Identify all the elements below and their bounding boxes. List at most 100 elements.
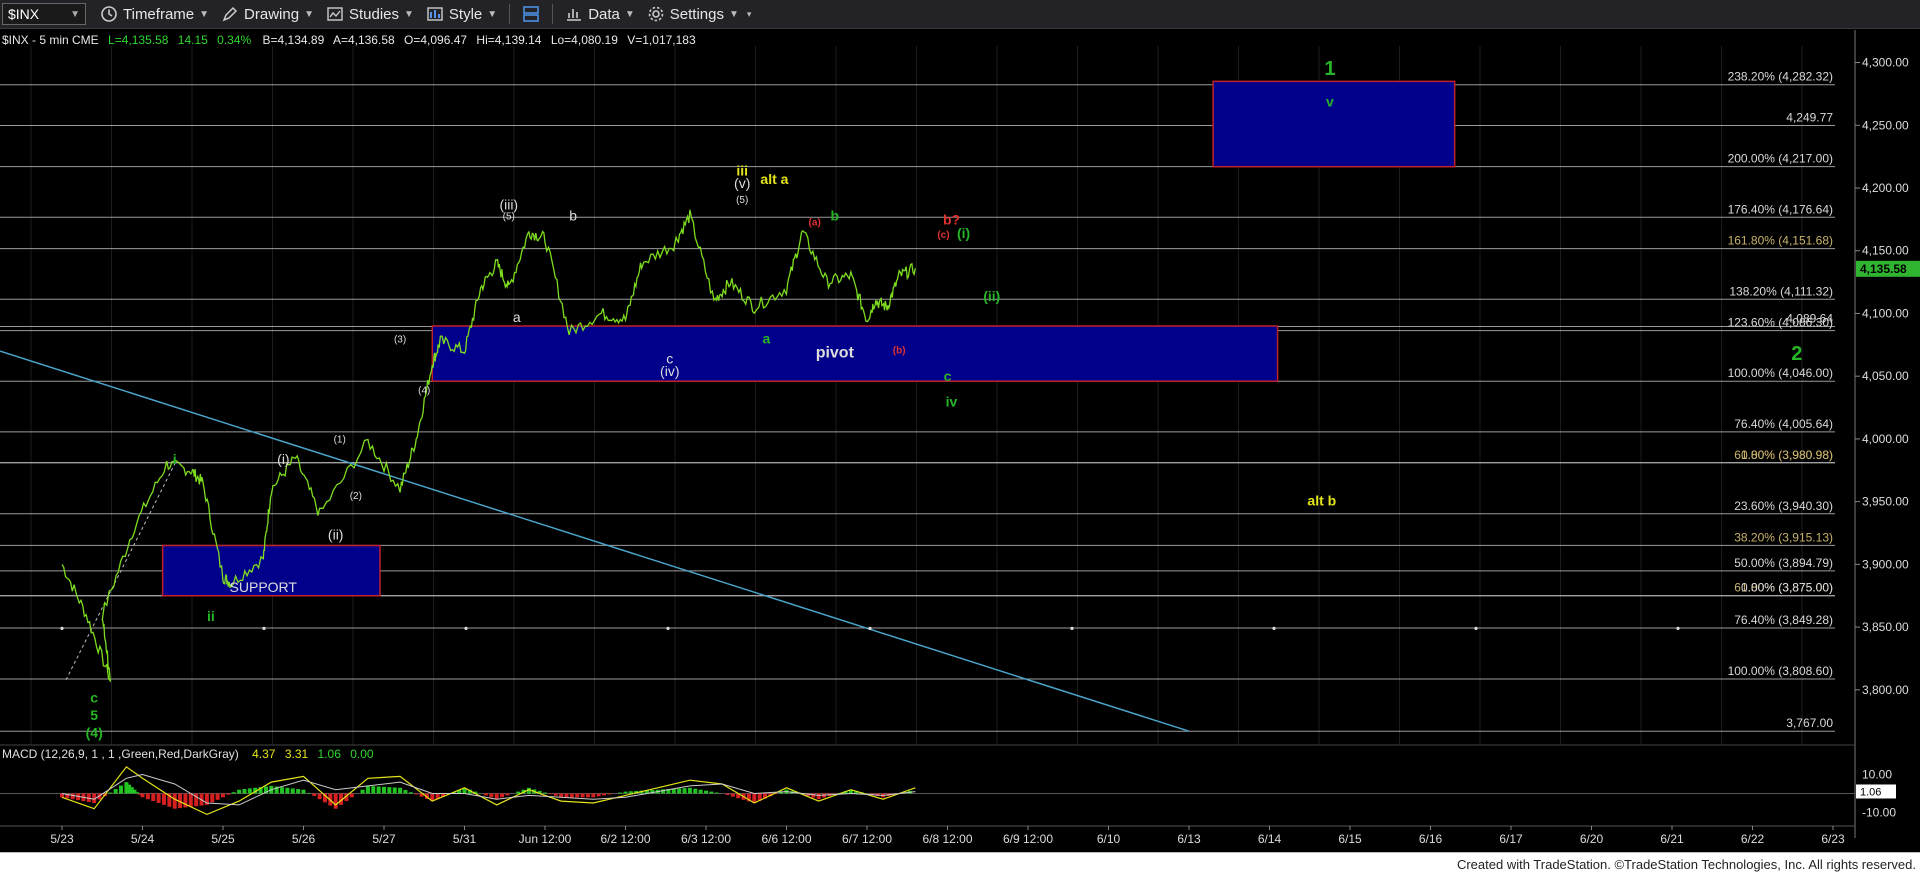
header-ask: A=4,136.58: [333, 33, 395, 47]
macd-v2: 3.31: [285, 747, 309, 761]
x-tick-label: 5/31: [453, 832, 477, 846]
x-tick-label: 6/15: [1338, 832, 1362, 846]
toolbar-overflow-icon[interactable]: ▾: [747, 9, 752, 20]
wave-label: (iii): [499, 196, 518, 212]
header-open: O=4,096.47: [404, 33, 467, 47]
x-tick-label: 6/16: [1419, 832, 1443, 846]
window-layout-button[interactable]: [516, 2, 546, 26]
header-last: L=4,135.58: [108, 33, 169, 47]
price-chart[interactable]: $INX - 5 min CME L=4,135.58 14.15 0.34% …: [0, 28, 1920, 852]
copyright-text: Created with TradeStation. ©TradeStation…: [1456, 857, 1916, 872]
fib-label: 161.80% (4,151.68): [1728, 234, 1833, 248]
wave-label: b: [569, 208, 577, 224]
studies-label: Studies: [348, 5, 400, 23]
x-tick-label: 6/7 12:00: [842, 832, 892, 846]
fibonacci-levels: 238.20% (4,282.32) 4,249.77 200.00% (4,217…: [0, 46, 1835, 745]
wave-label: i: [173, 451, 177, 467]
wave-label: a: [762, 331, 770, 347]
wave-label: alt b: [1307, 492, 1336, 508]
x-tick-label: 6/17: [1499, 832, 1523, 846]
time-axis: 5/23 5/24 5/25 5/26 5/27 5/31 Jun 12:00 6/2 12:…: [0, 825, 1855, 846]
symbol-selector[interactable]: $INX ▼: [2, 3, 86, 25]
session-dot: [1676, 626, 1680, 630]
wave-label: c: [944, 368, 952, 384]
data-icon: [567, 9, 582, 21]
fib-label: 50.00% (3,894.79): [1734, 556, 1833, 570]
target-box: [1212, 80, 1456, 168]
macd-header: MACD (12,26,9, 1 , 1 ,Green,Red,DarkGray…: [2, 747, 374, 761]
wave-label: (4): [86, 724, 103, 740]
fib-label: 3,767.00: [1786, 716, 1833, 730]
caret-icon: ▼: [487, 8, 498, 20]
y-tick-label: 4,200.00: [1862, 181, 1909, 195]
header-change: 14.15: [178, 33, 208, 47]
fib-label: 100.00% (3,808.60): [1728, 664, 1833, 678]
x-tick-label: 5/25: [211, 832, 235, 846]
wave-label: 1: [1324, 58, 1335, 80]
header-pct: 0.34%: [217, 33, 251, 47]
session-dot: [1070, 626, 1074, 630]
x-tick-label: 6/10: [1097, 832, 1121, 846]
x-tick-label: 6/23: [1821, 832, 1845, 846]
footer-bar: Created with TradeStation. ©TradeStation…: [0, 852, 1920, 876]
wave-label: b: [831, 208, 840, 224]
x-tick-label: 6/13: [1177, 832, 1201, 846]
wave-annotations: 1v2alt balt aiii(v)(5)(iii)(5) bac(iv)(3)…: [86, 58, 1803, 740]
y-tick-label: 3,800.00: [1862, 683, 1909, 697]
macd-last-label: 1.06: [1860, 786, 1881, 798]
x-tick-label: 5/23: [50, 832, 74, 846]
layout-icon: [523, 6, 539, 22]
macd-v3: 1.06: [318, 747, 342, 761]
wave-label: (c): [937, 230, 949, 241]
wave-label: SUPPORT: [230, 579, 298, 595]
y-tick-label: 4,000.00: [1862, 432, 1909, 446]
fib-label: 123.60% (4,086.30): [1728, 316, 1833, 330]
x-tick-label: 6/2 12:00: [600, 832, 650, 846]
x-tick-label: 6/21: [1660, 832, 1684, 846]
data-label: Data: [588, 5, 620, 23]
session-dot: [464, 626, 468, 630]
fib-label: 23.60% (3,940.30): [1734, 499, 1833, 513]
x-tick-label: 5/27: [372, 832, 396, 846]
style-button[interactable]: Style ▼: [420, 2, 503, 26]
caret-icon: ▼: [404, 8, 414, 20]
session-dot: [262, 626, 266, 630]
settings-button[interactable]: Settings ▼: [641, 2, 745, 26]
toolbar: $INX ▼ Timeframe ▼ Drawing ▼ Studies ▼ S…: [0, 0, 1920, 29]
studies-button[interactable]: Studies ▼: [320, 2, 420, 26]
wave-label: 2: [1791, 343, 1802, 365]
wave-label: 5: [90, 707, 98, 723]
wave-label: (4): [418, 386, 430, 397]
chevron-down-icon: ▼: [70, 8, 80, 20]
toolbar-divider: [509, 4, 511, 24]
header-symbol: $INX - 5 min CME: [2, 33, 99, 47]
wave-label: (5): [736, 195, 748, 206]
target-boxes: [161, 80, 1456, 597]
y-tick-label: 4,250.00: [1862, 118, 1909, 132]
target-box: [431, 325, 1279, 382]
wave-label: ii: [207, 608, 215, 624]
x-tick-label: 6/9 12:00: [1003, 832, 1053, 846]
y-tick-label: 3,900.00: [1862, 557, 1909, 571]
header-volume: V=1,017,183: [627, 33, 696, 47]
chart-header: $INX - 5 min CME L=4,135.58 14.15 0.34% …: [2, 33, 696, 47]
x-tick-label: 5/26: [292, 832, 316, 846]
wave-label: (b): [893, 346, 906, 357]
price-line: [61, 209, 916, 683]
session-dot: [1272, 626, 1276, 630]
caret-icon: ▼: [624, 8, 635, 20]
style-icon: [427, 7, 443, 21]
studies-icon: [327, 7, 343, 21]
x-tick-label: 5/24: [131, 832, 155, 846]
caret-icon: ▼: [199, 8, 210, 20]
drawing-button[interactable]: Drawing ▼: [215, 2, 320, 26]
timeframe-button[interactable]: Timeframe ▼: [94, 2, 215, 26]
wave-label: pivot: [816, 344, 855, 361]
fib-label: 100.00% (4,046.00): [1728, 366, 1833, 380]
wave-label: (5): [503, 211, 515, 222]
price-series: [60, 209, 1680, 683]
y-tick-label: 4,050.00: [1862, 369, 1909, 383]
data-button[interactable]: Data ▼: [559, 2, 641, 26]
wave-label: (3): [394, 334, 406, 345]
fib-label: 0.00% (3,980.98): [1741, 448, 1833, 462]
